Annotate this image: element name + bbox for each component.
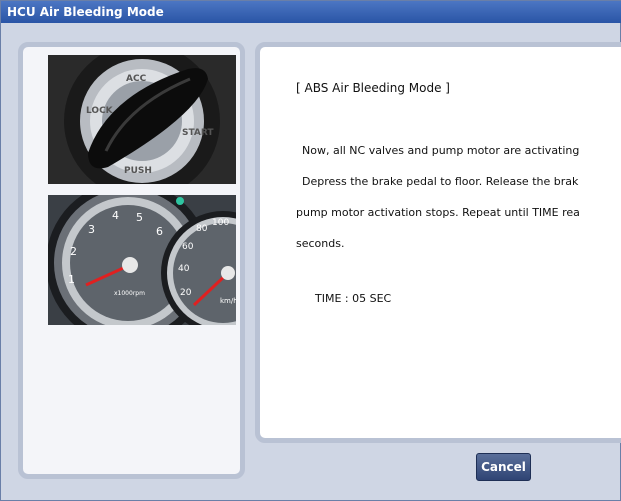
- dialog-window: HCU Air Bleeding Mode LOCK ACC ON START …: [0, 0, 621, 501]
- mode-heading: [ ABS Air Bleeding Mode ]: [296, 81, 450, 95]
- tach-tick-3: 3: [88, 223, 95, 236]
- tach-unit-label: x1000rpm: [114, 290, 145, 297]
- ignition-label-lock: LOCK: [86, 106, 114, 116]
- cancel-button[interactable]: Cancel: [476, 453, 531, 481]
- instruction-line-1: Now, all NC valves and pump motor are ac…: [302, 144, 580, 157]
- instruction-line-4: seconds.: [296, 237, 345, 250]
- tach-tick-6: 6: [156, 225, 163, 238]
- time-readout: TIME : 05 SEC: [315, 292, 392, 305]
- instruction-line-3: pump motor activation stops. Repeat unti…: [296, 206, 580, 219]
- speed-tick-20: 20: [180, 288, 192, 298]
- ignition-label-start: START: [182, 128, 214, 138]
- image-panel: LOCK ACC ON START PUSH 1 2: [18, 42, 245, 479]
- tach-tick-4: 4: [112, 209, 119, 222]
- window-title: HCU Air Bleeding Mode: [1, 1, 621, 23]
- tach-tick-5: 5: [136, 211, 143, 224]
- instrument-cluster-image: 1 2 3 4 5 6 x1000rpm 20 40 60 80 100 km/…: [48, 195, 236, 325]
- speed-unit-label: km/h: [220, 297, 236, 305]
- tach-tick-1: 1: [68, 273, 75, 286]
- message-content: [ ABS Air Bleeding Mode ] Now, all NC va…: [260, 47, 621, 438]
- speed-tick-60: 60: [182, 242, 194, 252]
- instruction-line-2: Depress the brake pedal to floor. Releas…: [302, 175, 579, 188]
- ignition-switch-image: LOCK ACC ON START PUSH: [48, 55, 236, 184]
- speed-tick-100: 100: [212, 218, 229, 228]
- speed-tick-80: 80: [196, 224, 208, 234]
- speed-tick-40: 40: [178, 264, 190, 274]
- ignition-label-push: PUSH: [124, 166, 152, 176]
- tach-tick-2: 2: [70, 245, 77, 258]
- ignition-label-acc: ACC: [126, 74, 147, 84]
